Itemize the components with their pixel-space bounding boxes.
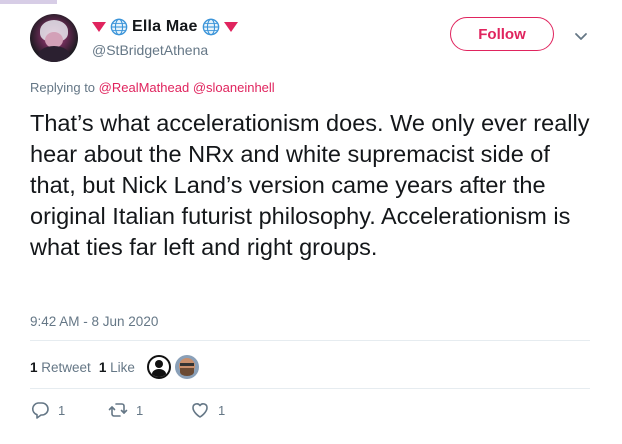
chevron-down-icon[interactable] (571, 26, 591, 46)
scrollbar-stub (0, 0, 57, 4)
timestamp[interactable]: 9:42 AM - 8 Jun 2020 (30, 314, 158, 329)
down-triangle-icon (92, 22, 106, 32)
liker-avatar[interactable] (174, 355, 199, 379)
mention-link[interactable]: @RealMathead (99, 80, 190, 95)
divider (30, 340, 590, 341)
divider (30, 388, 590, 389)
reply-icon (31, 402, 49, 419)
globe-icon (110, 18, 128, 36)
reply-button[interactable]: 1 (30, 400, 65, 420)
display-name-row[interactable]: Ella Mae (92, 18, 238, 36)
avatar[interactable] (30, 14, 78, 62)
retweets-label: Retweet (41, 359, 91, 375)
down-triangle-icon (223, 22, 238, 32)
like-button[interactable]: 1 (190, 400, 225, 420)
replying-to: Replying to @RealMathead @sloaneinhell (30, 80, 275, 95)
likes-stat[interactable]: 1 Like (99, 360, 135, 375)
reply-count: 1 (58, 402, 66, 418)
heart-icon (192, 403, 208, 418)
retweets-stat[interactable]: 1 Retweet (30, 360, 91, 375)
globe-icon (202, 18, 219, 36)
retweet-icon (108, 403, 128, 417)
tweet-text: That’s what accelerationism does. We onl… (30, 110, 590, 260)
tweet-header: Ella Mae @StBridgetAthena Follow (30, 12, 592, 64)
engagement-stats: 1 Retweet 1 Like (30, 352, 199, 382)
follow-button[interactable]: Follow (450, 17, 554, 51)
display-name[interactable]: Ella Mae (132, 18, 198, 36)
retweet-count: 1 (136, 402, 144, 418)
like-count: 1 (218, 402, 226, 418)
likes-label: Like (110, 359, 135, 375)
liker-avatars (146, 355, 199, 379)
replying-to-label: Replying to (30, 80, 96, 95)
retweet-button[interactable]: 1 (108, 400, 143, 420)
user-handle[interactable]: @StBridgetAthena (92, 42, 208, 58)
retweets-count: 1 (30, 359, 38, 375)
liker-avatar[interactable] (146, 355, 171, 379)
mention-link[interactable]: @sloaneinhell (193, 80, 275, 95)
likes-count: 1 (98, 359, 107, 375)
